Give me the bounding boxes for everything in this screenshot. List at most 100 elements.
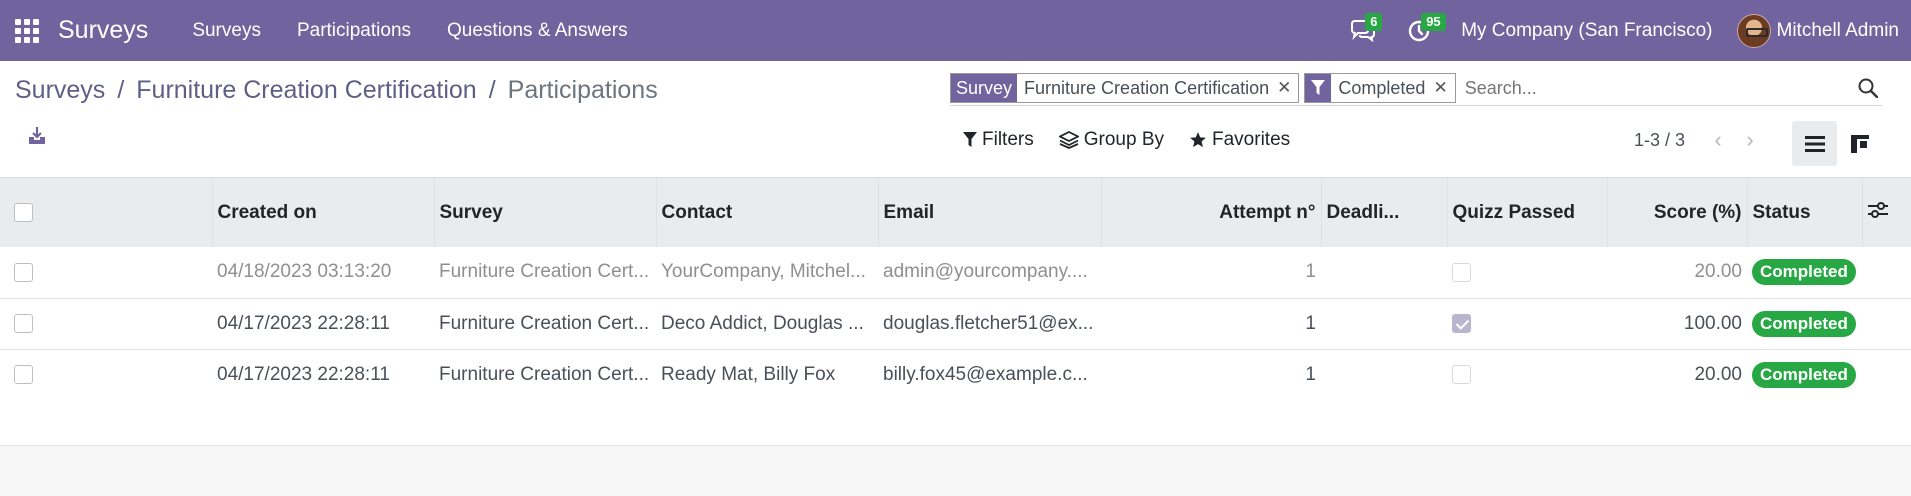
activities-count-badge: 95 <box>1421 13 1446 31</box>
facet-value: Completed <box>1331 74 1432 102</box>
cell-empty <box>1862 298 1911 349</box>
search-facet-filter: Completed ✕ <box>1304 73 1456 103</box>
cell-quizz-passed <box>1447 247 1607 298</box>
cell-score: 100.00 <box>1683 312 1742 334</box>
user-name: Mitchell Admin <box>1776 19 1900 41</box>
search-icon[interactable] <box>1854 74 1882 102</box>
search-bar: Survey Furniture Creation Certification … <box>950 71 1882 106</box>
view-switcher <box>1792 121 1882 166</box>
favorites-label: Favorites <box>1212 129 1291 150</box>
group-by-label: Group By <box>1083 129 1164 150</box>
pager-navigation: ‹ › <box>1707 125 1761 155</box>
breadcrumb: Surveys / Furniture Creation Certificati… <box>15 76 658 105</box>
layers-icon <box>1058 131 1079 149</box>
cell-status: Completed <box>1747 349 1862 400</box>
cell-empty <box>1862 349 1911 400</box>
breadcrumb-separator: / <box>117 76 125 104</box>
select-all-header <box>0 178 213 247</box>
breadcrumb-item-survey[interactable]: Furniture Creation Certification <box>136 76 476 105</box>
row-select-cell <box>0 247 212 298</box>
company-switcher[interactable]: My Company (San Francisco) <box>1447 20 1726 42</box>
row-checkbox[interactable] <box>14 313 33 333</box>
column-header-attempt[interactable]: Attempt n° <box>1101 178 1322 247</box>
cell-email: admin@yourcompany.... <box>883 261 1088 283</box>
filters-button[interactable]: Filters <box>963 129 1034 151</box>
column-header-created-on[interactable]: Created on <box>212 178 435 247</box>
table-row[interactable]: 04/17/2023 22:28:11 Furniture Creation C… <box>0 349 1911 400</box>
quizz-passed-checkbox <box>1452 364 1471 384</box>
column-header-survey[interactable]: Survey <box>434 178 657 247</box>
row-checkbox[interactable] <box>14 262 33 282</box>
control-panel: Surveys / Furniture Creation Certificati… <box>0 61 1911 178</box>
messaging-button[interactable]: 6 <box>1335 0 1391 61</box>
cell-created-on: 04/17/2023 22:28:11 <box>217 363 390 385</box>
filter-icon <box>1305 74 1332 102</box>
pager-next-icon[interactable]: › <box>1739 125 1761 155</box>
column-header-email[interactable]: Email <box>878 178 1102 247</box>
app-menu-grid-icon[interactable] <box>15 18 39 43</box>
optional-columns-toggle[interactable] <box>1862 178 1911 247</box>
group-by-button[interactable]: Group By <box>1058 129 1164 151</box>
facet-value: Furniture Creation Certification <box>1017 74 1276 102</box>
cell-attempt: 1 <box>1305 261 1316 283</box>
remove-facet-icon[interactable]: ✕ <box>1431 74 1455 102</box>
user-avatar <box>1736 13 1771 48</box>
cell-empty <box>1862 247 1911 298</box>
cell-deadline <box>1321 298 1447 349</box>
column-header-contact[interactable]: Contact <box>656 178 879 247</box>
column-header-deadline[interactable]: Deadli... <box>1321 178 1448 247</box>
cell-quizz-passed <box>1447 349 1607 400</box>
column-header-quizz-passed[interactable]: Quizz Passed <box>1447 178 1608 247</box>
filter-icon <box>963 132 977 147</box>
search-facet-survey: Survey Furniture Creation Certification … <box>950 73 1300 103</box>
breadcrumb-item-surveys[interactable]: Surveys <box>15 76 105 105</box>
cell-quizz-passed <box>1447 298 1607 349</box>
menu-participations[interactable]: Participations <box>279 0 429 61</box>
app-brand[interactable]: Surveys <box>58 16 148 45</box>
menu-surveys[interactable]: Surveys <box>174 0 279 61</box>
pager-value[interactable]: 1-3 / 3 <box>1634 130 1685 151</box>
cell-deadline <box>1321 247 1447 298</box>
sliders-icon <box>1867 201 1888 218</box>
select-all-checkbox[interactable] <box>14 202 33 222</box>
cell-score: 20.00 <box>1694 261 1742 283</box>
participations-table: Created on Survey Contact Email Attempt … <box>0 178 1911 401</box>
cell-survey: Furniture Creation Cert... <box>439 312 650 334</box>
column-header-score[interactable]: Score (%) <box>1607 178 1748 247</box>
cell-attempt: 1 <box>1305 312 1316 334</box>
pager-previous-icon[interactable]: ‹ <box>1707 125 1729 155</box>
cell-status: Completed <box>1747 247 1862 298</box>
export-download-icon[interactable] <box>27 126 47 151</box>
remove-facet-icon[interactable]: ✕ <box>1275 74 1299 102</box>
table-header-row: Created on Survey Contact Email Attempt … <box>0 178 1911 247</box>
row-checkbox[interactable] <box>14 364 33 384</box>
facet-label: Survey <box>951 74 1018 102</box>
cell-attempt: 1 <box>1305 363 1316 385</box>
breadcrumb-separator: / <box>488 76 496 104</box>
user-menu[interactable]: Mitchell Admin <box>1727 13 1911 48</box>
messages-count-badge: 6 <box>1365 13 1383 31</box>
cell-survey: Furniture Creation Cert... <box>439 363 650 385</box>
row-select-cell <box>0 349 212 400</box>
cell-contact: Ready Mat, Billy Fox <box>661 363 836 385</box>
menu-questions-answers[interactable]: Questions & Answers <box>429 0 646 61</box>
column-header-status[interactable]: Status <box>1747 178 1863 247</box>
cell-status: Completed <box>1747 298 1862 349</box>
table-row[interactable]: 04/17/2023 22:28:11 Furniture Creation C… <box>0 298 1911 349</box>
kanban-view-icon[interactable] <box>1837 121 1882 166</box>
cell-score: 20.00 <box>1694 363 1742 385</box>
cell-created-on: 04/17/2023 22:28:11 <box>217 312 390 334</box>
search-input[interactable] <box>1460 77 1854 99</box>
quizz-passed-checkbox <box>1452 262 1471 282</box>
status-badge: Completed <box>1752 361 1856 388</box>
favorites-button[interactable]: Favorites <box>1189 129 1290 151</box>
list-view-icon[interactable] <box>1792 121 1837 166</box>
activities-button[interactable]: 95 <box>1391 0 1447 61</box>
quizz-passed-checkbox <box>1452 313 1471 333</box>
cell-contact: Deco Addict, Douglas ... <box>661 312 864 334</box>
cell-contact: YourCompany, Mitchel... <box>661 261 866 283</box>
table-row[interactable]: 04/18/2023 03:13:20 Furniture Creation C… <box>0 247 1911 298</box>
star-icon <box>1190 132 1206 148</box>
table-empty-row <box>0 398 1911 446</box>
cell-survey: Furniture Creation Cert... <box>439 261 650 283</box>
